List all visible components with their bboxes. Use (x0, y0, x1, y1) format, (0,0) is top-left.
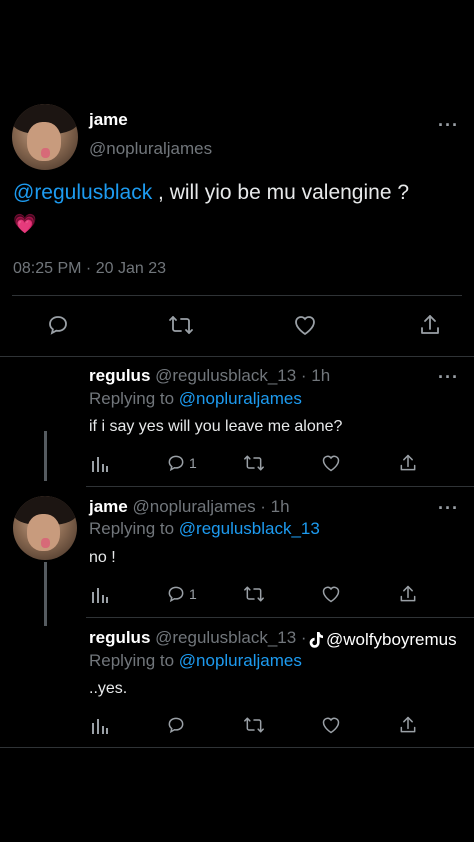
retweet-icon[interactable] (168, 313, 194, 337)
reply-header: jame @nopluraljames · 1h (89, 497, 290, 517)
analytics-icon[interactable] (91, 717, 109, 735)
thread-line (44, 562, 47, 626)
reply-author-name[interactable]: regulus (89, 366, 150, 385)
reply-meta[interactable]: @regulusblack_13 · 1h (155, 366, 330, 385)
reply-text: if i say yes will you leave me alone? (89, 418, 343, 435)
tweet-text-body: , will yio be mu valengine ? (152, 181, 410, 204)
reply-meta[interactable]: @nopluraljames · 1h (132, 497, 289, 516)
reply-icon[interactable] (166, 715, 186, 735)
reply-header: regulus @regulusblack_13 · 1h (89, 366, 330, 386)
divider (0, 356, 474, 357)
author-name[interactable]: jame (89, 110, 128, 130)
reply-count: 1 (189, 455, 197, 471)
replying-to-link[interactable]: @regulusblack_13 (179, 519, 320, 538)
tiktok-icon (308, 631, 324, 649)
more-icon[interactable]: ··· (438, 116, 459, 134)
author-handle[interactable]: @nopluraljames (89, 139, 212, 159)
reply-meta[interactable]: @regulusblack_13 · 1h (155, 628, 330, 647)
reply-action[interactable] (166, 715, 189, 735)
divider (0, 747, 474, 748)
reply-header: regulus @regulusblack_13 · 1h (89, 628, 330, 648)
thread-line (44, 431, 47, 481)
replying-to: Replying to @nopluraljames (89, 651, 302, 670)
reply-icon[interactable] (46, 313, 70, 337)
divider (86, 617, 474, 618)
tweet-text: @regulusblack , will yio be mu valengine… (13, 181, 468, 205)
analytics-icon[interactable] (91, 586, 109, 604)
like-icon[interactable] (292, 313, 318, 337)
reply-text: ..yes. (89, 680, 128, 697)
reply-action[interactable]: 1 (166, 453, 197, 473)
share-icon[interactable] (418, 313, 442, 337)
replying-to: Replying to @regulusblack_13 (89, 519, 320, 538)
replying-to-link[interactable]: @nopluraljames (179, 389, 302, 408)
share-icon[interactable] (398, 584, 418, 604)
replying-to: Replying to @nopluraljames (89, 389, 302, 408)
timestamp[interactable]: 08:25 PM · 20 Jan 23 (13, 260, 166, 278)
share-icon[interactable] (398, 715, 418, 735)
retweet-icon[interactable] (243, 584, 265, 604)
analytics-icon[interactable] (91, 455, 109, 473)
like-icon[interactable] (320, 584, 342, 604)
reply-count: 1 (189, 586, 197, 602)
like-icon[interactable] (320, 715, 342, 735)
divider (86, 486, 474, 487)
reply-author-name[interactable]: regulus (89, 628, 150, 647)
reply-text: no ! (89, 549, 116, 566)
like-icon[interactable] (320, 453, 342, 473)
watermark-text: @wolfyboyremus (326, 630, 457, 649)
reply-action[interactable]: 1 (166, 584, 197, 604)
more-icon[interactable]: ··· (438, 368, 459, 386)
avatar[interactable] (12, 104, 78, 170)
reply-icon[interactable] (166, 584, 186, 604)
watermark: @wolfyboyremus (306, 630, 457, 650)
avatar[interactable] (13, 496, 77, 560)
retweet-icon[interactable] (243, 453, 265, 473)
divider (12, 295, 462, 296)
more-icon[interactable]: ··· (438, 499, 459, 517)
reply-icon[interactable] (166, 453, 186, 473)
heart-emoji: 💗 (13, 214, 37, 235)
share-icon[interactable] (398, 453, 418, 473)
mention-link[interactable]: @regulusblack (13, 181, 152, 204)
replying-to-link[interactable]: @nopluraljames (179, 651, 302, 670)
reply-author-name[interactable]: jame (89, 497, 128, 516)
retweet-icon[interactable] (243, 715, 265, 735)
